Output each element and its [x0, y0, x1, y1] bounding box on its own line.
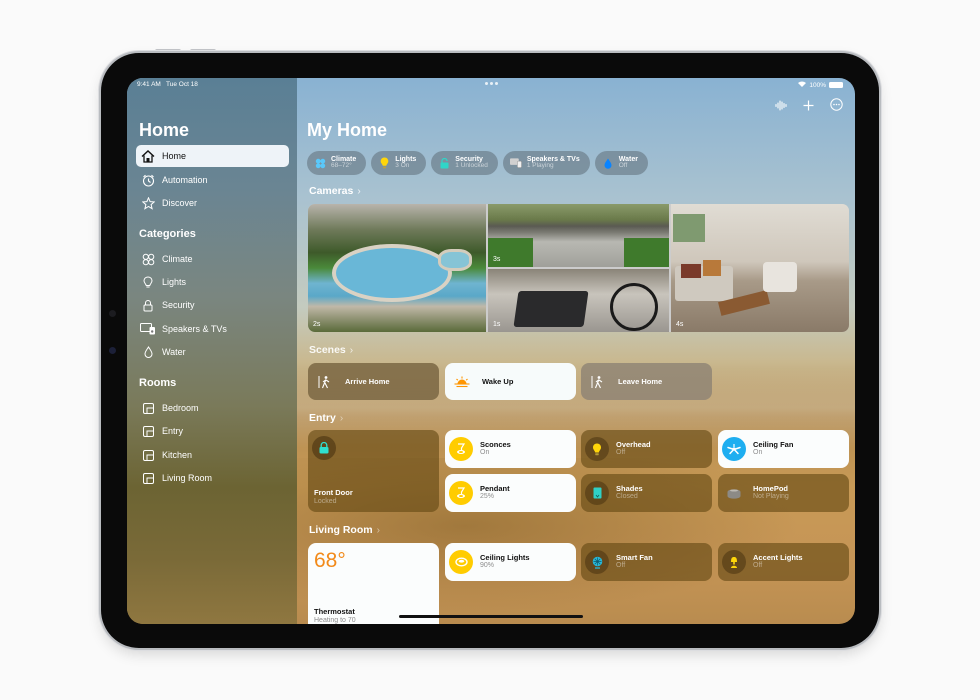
homepod-icon [722, 481, 746, 505]
home-indicator[interactable] [399, 615, 583, 618]
tile-ceiling-fan[interactable]: Ceiling Fan On [718, 430, 849, 468]
sensor-dot [109, 310, 116, 317]
status-date: Tue Oct 18 [166, 81, 198, 88]
sidebar-item-climate[interactable]: Climate [136, 248, 289, 270]
chip-security[interactable]: Security 1 Unlocked [431, 151, 498, 175]
sidebar-item-lights[interactable]: Lights [136, 271, 289, 293]
categories-heading: Categories [139, 228, 196, 240]
lightbulb-icon [585, 437, 609, 461]
sidebar-item-living-room[interactable]: Living Room [136, 467, 289, 489]
camera-feed-living-room[interactable]: 4s [671, 204, 849, 332]
lock-icon [137, 299, 159, 312]
front-camera [109, 347, 116, 354]
page-title: My Home [307, 120, 388, 140]
fan-icon [314, 157, 326, 169]
star-icon [137, 196, 159, 210]
tile-shades[interactable]: Shades Closed [581, 474, 712, 512]
ceiling-fan-icon [722, 437, 746, 461]
pendant-light-icon [449, 481, 473, 505]
lock-icon [438, 157, 450, 169]
chip-speakers-tvs[interactable]: Speakers & TVs 1 Playing [502, 151, 590, 175]
more-icon[interactable] [830, 98, 843, 116]
lock-icon [312, 436, 336, 460]
shades-icon [585, 481, 609, 505]
person-leave-icon [589, 375, 607, 389]
sidebar-item-home[interactable]: Home [136, 145, 289, 167]
sidebar-item-discover[interactable]: Discover [136, 192, 289, 214]
lamp-icon [722, 550, 746, 574]
camera-timestamp: 3s [493, 256, 501, 263]
thermostat-temp: 68° [314, 549, 346, 572]
chip-water[interactable]: Water Off [594, 151, 648, 175]
waveform-icon[interactable] [775, 98, 787, 116]
living-room-header[interactable]: Living Room › [309, 524, 380, 536]
room-icon [137, 425, 159, 437]
battery-percent: 100% [809, 81, 826, 89]
plus-icon[interactable] [803, 98, 814, 116]
camera-timestamp: 4s [676, 321, 684, 328]
status-bar: 9:41 AM Tue Oct 18 100% [127, 78, 855, 92]
ceiling-light-icon [449, 550, 473, 574]
cameras-header[interactable]: Cameras › [309, 185, 361, 197]
scene-wake-up[interactable]: Wake Up [445, 363, 576, 400]
chip-lights[interactable]: Lights 3 On [371, 151, 427, 175]
tile-homepod[interactable]: HomePod Not Playing [718, 474, 849, 512]
camera-timestamp: 1s [493, 321, 501, 328]
tile-thermostat[interactable]: 68° Thermostat Heating to 70 [308, 543, 439, 624]
tile-smart-fan[interactable]: Smart Fan Off [581, 543, 712, 581]
drop-icon [602, 157, 614, 169]
chip-climate[interactable]: Climate 68–72° [307, 151, 367, 175]
room-icon [137, 402, 159, 414]
tv-speaker-icon [509, 157, 522, 169]
lightbulb-icon [137, 275, 159, 289]
clock-icon [137, 174, 159, 187]
status-chips: Climate 68–72° Lights 3 On Security 1 Unloc… [307, 151, 648, 175]
sunrise-icon [453, 376, 471, 388]
chevron-right-icon: › [349, 344, 354, 356]
rooms-heading: Rooms [139, 377, 177, 389]
screen: Home Home Automation Discover Categories… [127, 78, 855, 624]
tile-overhead[interactable]: Overhead Off [581, 430, 712, 468]
sidebar-item-kitchen[interactable]: Kitchen [136, 444, 289, 466]
chevron-right-icon: › [339, 412, 344, 424]
camera-grid: 2s 3s 1s 4s [308, 204, 849, 332]
sidebar-item-water[interactable]: Water [136, 341, 289, 363]
scene-leave-home[interactable]: Leave Home [581, 363, 712, 400]
tile-front-door[interactable]: Front Door Locked [308, 430, 439, 512]
scene-arrive-home[interactable]: Arrive Home [308, 363, 439, 400]
sconce-icon [449, 437, 473, 461]
camera-feed-garage[interactable]: 1s [488, 269, 669, 332]
sidebar-item-bedroom[interactable]: Bedroom [136, 397, 289, 419]
chevron-right-icon: › [357, 185, 361, 197]
house-icon [137, 149, 159, 163]
drop-icon [137, 346, 159, 358]
multitasking-dots[interactable] [485, 82, 498, 85]
scenes-header[interactable]: Scenes › [309, 344, 353, 356]
room-icon [137, 449, 159, 461]
battery-icon [829, 82, 843, 88]
wifi-icon [798, 81, 807, 89]
lightbulb-icon [378, 157, 390, 169]
sidebar-item-security[interactable]: Security [136, 294, 289, 316]
fan-icon [137, 253, 159, 266]
sidebar-item-automation[interactable]: Automation [136, 169, 289, 191]
sidebar-item-entry[interactable]: Entry [136, 420, 289, 442]
entry-header[interactable]: Entry › [309, 412, 343, 424]
fan-icon [585, 550, 609, 574]
tile-accent-lights[interactable]: Accent Lights Off [718, 543, 849, 581]
tile-pendant[interactable]: Pendant 25% [445, 474, 576, 512]
tv-speaker-icon [137, 323, 159, 335]
tile-ceiling-lights[interactable]: Ceiling Lights 90% [445, 543, 576, 581]
sidebar-title: Home [139, 120, 190, 140]
status-time: 9:41 AM [137, 81, 161, 88]
camera-feed-pool[interactable]: 2s [308, 204, 486, 332]
sidebar: Home Home Automation Discover Categories… [127, 78, 297, 624]
room-icon [137, 472, 159, 484]
sidebar-item-speakers-tvs[interactable]: Speakers & TVs [136, 318, 289, 340]
person-arrive-icon [316, 375, 334, 389]
tile-sconces[interactable]: Sconces On [445, 430, 576, 468]
camera-timestamp: 2s [313, 321, 321, 328]
camera-feed-driveway[interactable]: 3s [488, 204, 669, 267]
chevron-right-icon: › [376, 524, 380, 536]
